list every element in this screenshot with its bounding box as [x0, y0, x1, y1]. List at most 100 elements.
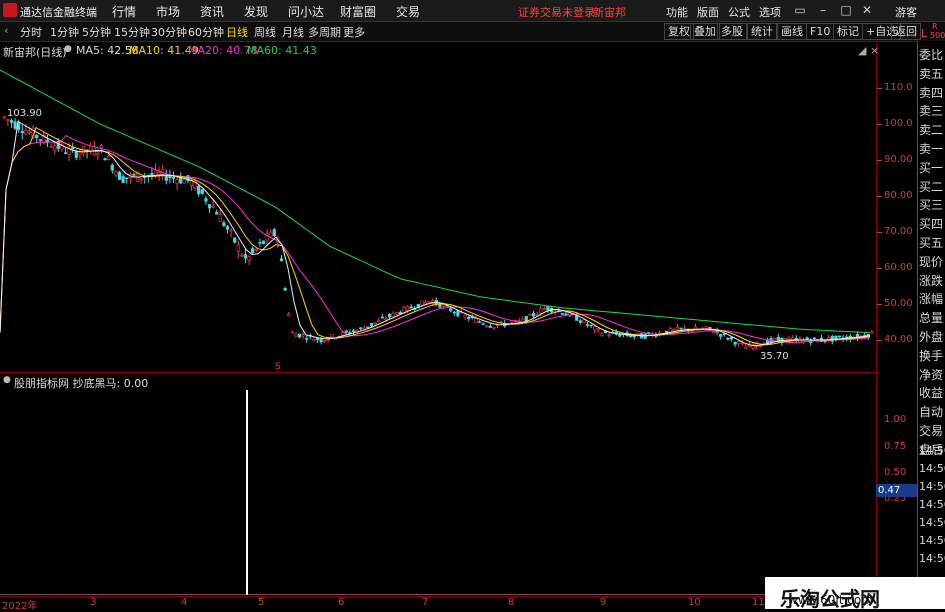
- candle-body: [607, 334, 611, 336]
- menu-quotes[interactable]: 行情: [112, 3, 136, 20]
- candle-body: [675, 326, 680, 331]
- candle-body: [823, 340, 827, 343]
- period-monthly[interactable]: 月线: [282, 24, 304, 40]
- menu-wealth[interactable]: 财富圈: [340, 3, 376, 20]
- multi-stock-button[interactable]: 多股: [717, 23, 747, 40]
- draw-line-button[interactable]: 画线: [777, 23, 807, 40]
- period-60min[interactable]: 60分钟: [188, 24, 224, 40]
- period-more[interactable]: 更多: [343, 24, 365, 40]
- candle-body: [830, 336, 834, 342]
- candle-body: [427, 301, 431, 303]
- candle-body: [125, 177, 129, 180]
- overlay-button[interactable]: 叠加: [690, 23, 720, 40]
- menu-trade[interactable]: 交易: [396, 3, 420, 20]
- side-label: 外盘: [919, 330, 944, 344]
- candle-body: [215, 211, 219, 215]
- candle-body: [546, 306, 550, 311]
- candle-body: [269, 231, 273, 238]
- candle-body: [560, 313, 564, 315]
- candle-body: [290, 331, 294, 334]
- side-time: 14:56: [919, 498, 945, 511]
- candle-body: [485, 325, 489, 328]
- candle-body: [377, 319, 381, 323]
- login-notice[interactable]: 证券交易未登录: [518, 4, 595, 20]
- side-time: 14:56: [919, 552, 945, 565]
- mark-button[interactable]: 标记: [833, 23, 863, 40]
- watermark-url: www.60lt.com: [788, 593, 873, 607]
- candle-body: [380, 316, 384, 319]
- candle-body: [369, 323, 374, 326]
- period-tick[interactable]: 分时: [20, 24, 42, 40]
- candle-body: [456, 310, 460, 317]
- back-button[interactable]: 返回: [891, 23, 921, 40]
- candle-body: [103, 158, 107, 161]
- candle-body: [737, 341, 741, 344]
- indicator-settings-icon[interactable]: ●: [3, 375, 11, 385]
- signal-mark: S: [275, 362, 281, 372]
- left-arrow-icon[interactable]: ‹: [4, 24, 8, 37]
- skin-icon[interactable]: ▭: [792, 2, 808, 18]
- period-weekly[interactable]: 周线: [254, 24, 276, 40]
- side-label: 卖一: [919, 142, 944, 156]
- candle-body: [251, 248, 255, 253]
- candle-body: [222, 222, 226, 227]
- stock-notice: 新宙邦: [593, 6, 626, 19]
- period-toolbar: ‹ 分时 1分钟 5分钟 15分钟 30分钟 60分钟 日线 周线 月线 多周期…: [0, 22, 945, 42]
- date-tick: 7: [422, 597, 429, 608]
- menu-layout[interactable]: 版面: [697, 4, 719, 20]
- candle-body: [744, 346, 748, 349]
- menu-functions[interactable]: 功能: [666, 4, 688, 20]
- date-tick: 9: [600, 597, 607, 608]
- side-time: 14:56: [919, 462, 945, 475]
- price-tick: 70.00: [884, 226, 913, 237]
- app-title: 通达信金融终端: [20, 6, 97, 19]
- candle-body: [589, 324, 593, 327]
- side-label: 现价: [919, 254, 944, 269]
- candle-body: [733, 342, 737, 345]
- indicator-title: 股朋指标网 抄底黑马: 0.00: [14, 377, 149, 390]
- candle-body: [96, 153, 100, 156]
- period-multi[interactable]: 多周期: [308, 24, 341, 40]
- date-axis: [0, 596, 876, 610]
- candle-body: [578, 320, 582, 323]
- candle-body: [233, 237, 237, 243]
- menu-formula[interactable]: 公式: [728, 4, 750, 20]
- menu-news[interactable]: 资讯: [200, 3, 224, 20]
- candle-body: [211, 205, 215, 208]
- side-time: 14:56: [919, 534, 945, 547]
- menu-ask[interactable]: 问小达: [288, 3, 324, 20]
- side-label: 卖五: [919, 66, 944, 81]
- candle-body: [287, 313, 291, 316]
- ma5-line: [0, 120, 871, 347]
- maximize-icon[interactable]: □: [838, 2, 854, 18]
- candle-body: [49, 145, 53, 148]
- minimize-icon[interactable]: –: [815, 2, 831, 18]
- menu-discover[interactable]: 发现: [244, 3, 268, 20]
- candle-body: [405, 306, 410, 311]
- candle-body: [351, 330, 356, 333]
- close-icon[interactable]: ✕: [859, 2, 875, 18]
- period-30min[interactable]: 30分钟: [151, 24, 187, 40]
- candle-body: [423, 301, 428, 305]
- period-5min[interactable]: 5分钟: [82, 24, 111, 40]
- side-label: 买一: [919, 160, 944, 175]
- candle-body: [89, 145, 93, 152]
- menu-market[interactable]: 市场: [156, 3, 180, 20]
- candles-group: [2, 115, 874, 351]
- date-tick: 3: [90, 597, 97, 608]
- period-15min[interactable]: 15分钟: [114, 24, 150, 40]
- candle-body: [467, 316, 471, 319]
- candle-body: [708, 326, 712, 329]
- price-tick: 60.00: [884, 262, 913, 273]
- candle-body: [27, 130, 32, 133]
- candle-body: [74, 151, 78, 158]
- menu-options[interactable]: 选项: [759, 4, 781, 20]
- guest-label[interactable]: 游客: [895, 4, 917, 20]
- stats-button[interactable]: 统计: [747, 23, 777, 40]
- f10-button[interactable]: F10: [806, 23, 835, 40]
- period-daily[interactable]: 日线: [226, 24, 248, 40]
- candle-body: [114, 171, 118, 176]
- period-1min[interactable]: 1分钟: [50, 24, 79, 40]
- candle-body: [297, 333, 302, 338]
- candle-body: [391, 312, 395, 318]
